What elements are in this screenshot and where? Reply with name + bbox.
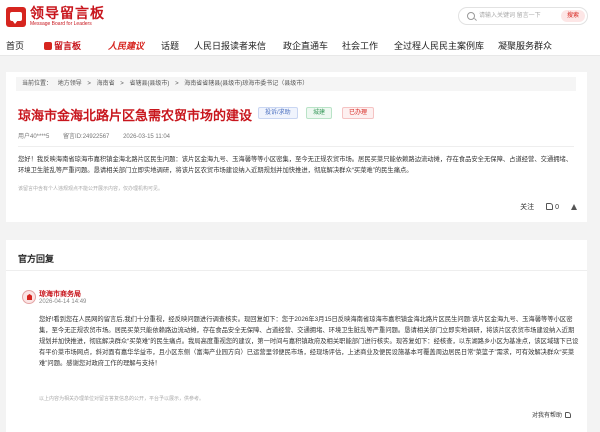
reply-heading: 官方回复 (18, 254, 55, 264)
breadcrumb-link[interactable]: 省辖县(县级市) (129, 81, 169, 87)
follow-button[interactable]: 关注 (520, 202, 534, 212)
people-suggestion-logo-text: 人民建议 (108, 42, 145, 52)
breadcrumb-link[interactable]: 海南省省辖县(县级市)琼海市委书记（县级市） (184, 81, 308, 87)
message-body: 您好！我反映海南省琼海市嘉积镇金海北路片区民生问题：该片区金海九号、玉海馨等等小… (18, 156, 573, 174)
breadcrumb-link[interactable]: 海南省 (97, 81, 115, 87)
government-badge-icon (22, 290, 36, 304)
main-nav: 首页 留言板 人民建议 话题 人民日报读者来信 政企直通车 社会工作 全过程人民… (0, 34, 600, 56)
logo-title: 领导留言板 (30, 5, 105, 21)
helpful-button[interactable]: 对我有帮助 (532, 410, 571, 419)
post-meta: 用户40****5 留言ID:24922567 2026-03-15 11:04 (18, 131, 182, 140)
message-card: 当前位置： 地方领导 > 海南省 > 省辖县(县级市) > 海南省省辖县(县级市… (6, 72, 587, 222)
message-board-icon (44, 42, 52, 50)
search-button[interactable]: 搜索 (561, 10, 585, 22)
thumbs-up-icon (565, 412, 571, 418)
divider (6, 270, 587, 271)
top-header: 领导留言板 Message Board for Leaders 搜索 (0, 0, 600, 34)
nav-topics[interactable]: 话题 (161, 39, 179, 52)
message-id: 留言ID:24922567 (63, 134, 110, 140)
search-input[interactable] (479, 10, 557, 22)
divider (18, 146, 574, 147)
category-tag: 投诉/求助 (258, 107, 298, 119)
official-reply-card: 官方回复 琼海市商务局 2026-04-14 14:49 您好!看到您在人民网的… (6, 240, 587, 432)
share-icon[interactable] (571, 204, 577, 210)
nav-gov-enterprise[interactable]: 政企直通车 (283, 39, 328, 52)
logo-subtitle: Message Board for Leaders (30, 21, 92, 27)
like-button[interactable]: 0 (546, 203, 571, 211)
nav-serve-masses[interactable]: 凝聚服务群众 (498, 39, 552, 52)
reply-org-name: 琼海市商务局 (39, 291, 81, 298)
status-badge: 已办理 (342, 107, 375, 119)
nav-reader-letters[interactable]: 人民日报读者来信 (194, 39, 266, 52)
reply-date: 2026-04-14 14:49 (39, 299, 87, 305)
breadcrumb-link[interactable]: 地方领导 (58, 81, 82, 87)
search-box: 搜索 (458, 7, 588, 25)
nav-democracy-cases[interactable]: 全过程人民民主案例库 (394, 39, 484, 52)
nav-social-work[interactable]: 社会工作 (342, 39, 378, 52)
breadcrumb: 当前位置： 地方领导 > 海南省 > 省辖县(县级市) > 海南省省辖县(县级市… (16, 77, 576, 91)
post-actions: 关注 0 (520, 202, 577, 212)
message-board-logo-icon (6, 6, 26, 27)
reply-disclaimer: 以上内容为相关办理单位对留言答复信息的公开，平台予以展示，供参考。 (39, 396, 205, 402)
author-name: 用户40****5 (18, 134, 50, 140)
reply-body: 您好!看到您在人民网的留言后,我们十分重视，经反映问题进行调查核实。现回复如下：… (39, 316, 579, 367)
search-icon (467, 12, 475, 20)
site-logo[interactable]: 领导留言板 Message Board for Leaders (6, 6, 105, 27)
nav-home[interactable]: 首页 (6, 39, 24, 52)
post-time: 2026-03-15 11:04 (123, 134, 171, 140)
page-title: 琼海市金海北路片区急需农贸市场的建设 (18, 108, 253, 123)
domain-tag: 城建 (306, 107, 333, 119)
privacy-notice: 该留言中含有个人违规观点不能公开展示内容，仅办理机构可见。 (18, 186, 164, 192)
nav-people-suggestion[interactable]: 人民建议 (108, 39, 144, 52)
like-count: 0 (555, 204, 559, 211)
nav-message-board[interactable]: 留言板 (44, 39, 81, 52)
thumbs-up-icon (546, 203, 554, 210)
